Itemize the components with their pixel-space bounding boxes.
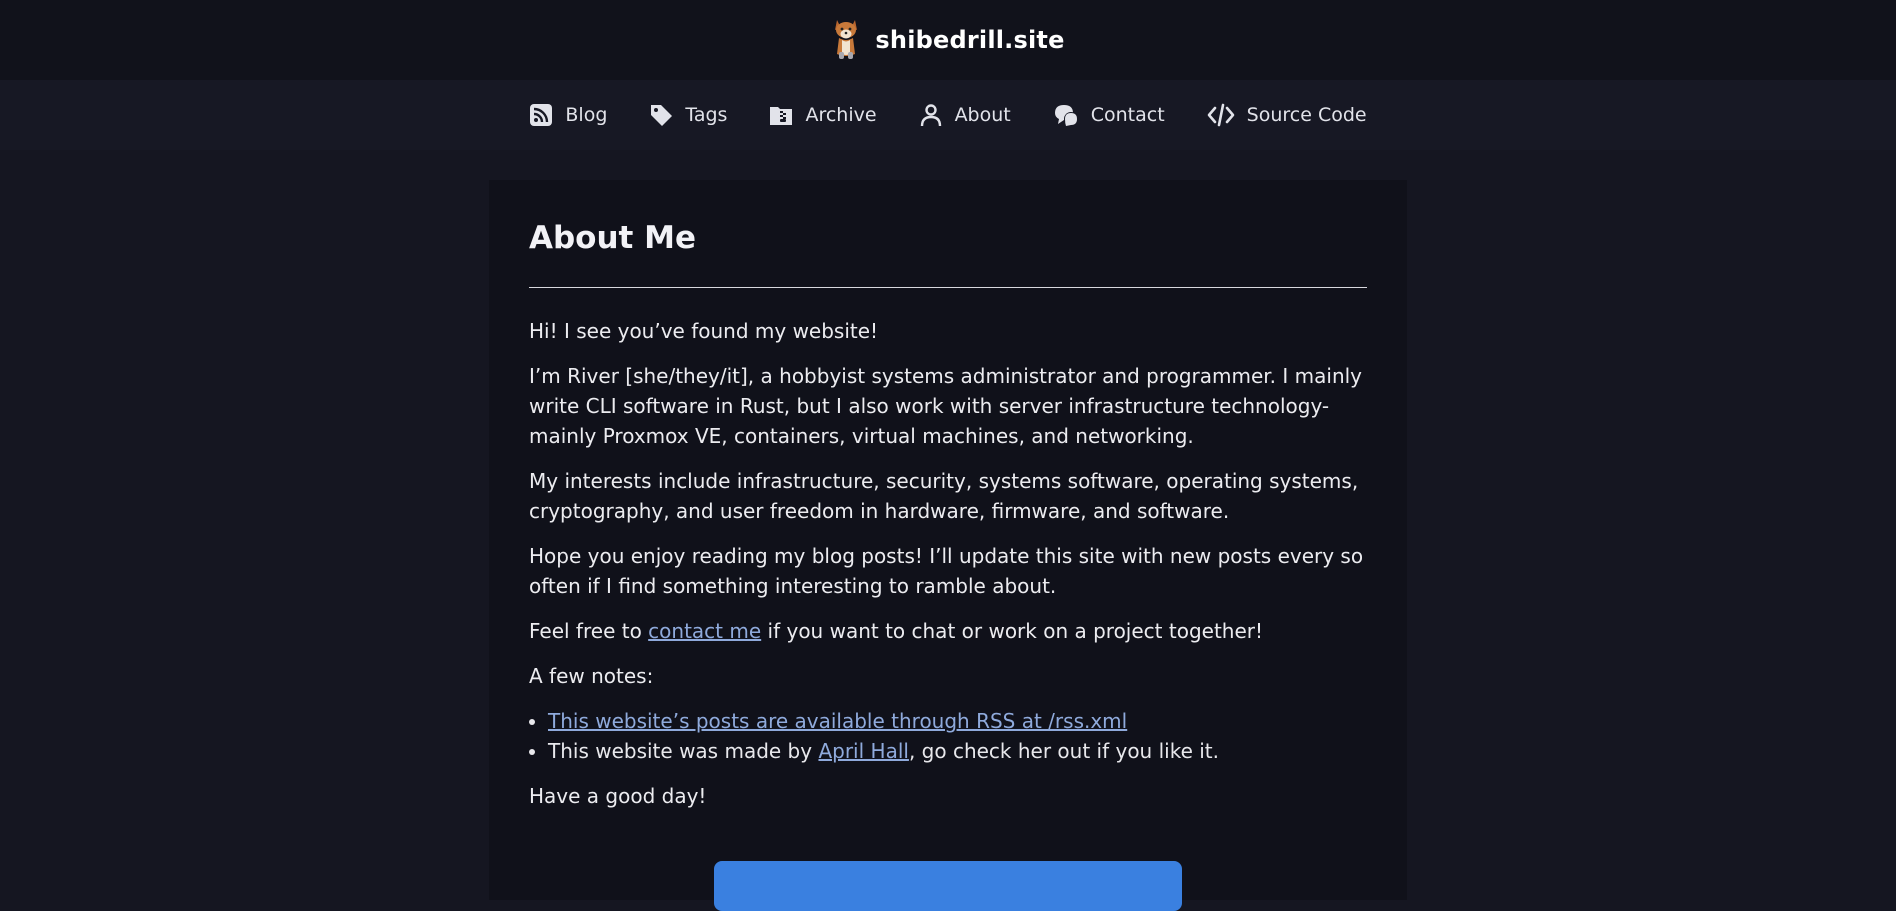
main-nav: Blog Tags Archive About Contact Source C… [0,80,1896,150]
contact-text-after: if you want to chat or work on a project… [761,619,1264,644]
list-item: This website was made by April Hall, go … [548,736,1367,766]
content-card: About Me Hi! I see you’ve found my websi… [489,180,1407,911]
archive-file-icon [769,103,793,127]
nav-item-contact[interactable]: Contact [1032,103,1186,127]
contact-paragraph: Feel free to contact me if you want to c… [529,616,1367,646]
chat-bubbles-icon [1053,103,1079,127]
tag-icon [649,103,673,127]
nav-item-blog[interactable]: Blog [508,103,628,127]
rss-icon [529,103,553,127]
list-item: This website’s posts are available throu… [548,706,1367,736]
contact-text-before: Feel free to [529,619,649,644]
nav-label-source-code: Source Code [1246,104,1367,126]
credit-text-before: This website was made by [548,739,819,764]
notes-label: A few notes: [529,664,654,689]
closing-text: Have a good day! [529,784,707,809]
nav-label-about: About [954,104,1011,126]
title-divider [529,287,1367,289]
nav-item-about[interactable]: About [898,103,1032,127]
shiba-dog-logo-icon [831,16,861,64]
site-brand-link[interactable]: shibedrill.site [831,16,1064,64]
april-hall-link[interactable]: April Hall [818,739,908,763]
nav-item-tags[interactable]: Tags [628,103,748,127]
site-title: shibedrill.site [875,26,1065,54]
code-icon [1207,103,1235,127]
nav-item-archive[interactable]: Archive [748,103,897,127]
credit-text-after: , go check her out if you like it. [908,739,1219,764]
blue-action-button[interactable] [714,861,1182,911]
interests-paragraph: My interests include infrastructure, sec… [529,469,1359,524]
page-title: About Me [529,220,697,256]
nav-label-archive: Archive [805,104,877,126]
nav-item-source-code[interactable]: Source Code [1186,103,1388,127]
bio-paragraph: I’m River [she/they/it], a hobbyist syst… [529,364,1363,449]
notes-list: This website’s posts are available throu… [529,706,1367,766]
nav-label-tags: Tags [685,104,728,126]
nav-label-contact: Contact [1090,104,1165,126]
intro-paragraph: Hi! I see you’ve found my website! [529,319,879,344]
user-icon [919,103,943,127]
rss-feed-link[interactable]: This website’s posts are available throu… [548,709,1127,733]
blog-paragraph: Hope you enjoy reading my blog posts! I’… [529,544,1364,599]
contact-me-link[interactable]: contact me [648,619,761,643]
site-header: shibedrill.site [0,0,1896,80]
nav-label-blog: Blog [565,104,608,126]
